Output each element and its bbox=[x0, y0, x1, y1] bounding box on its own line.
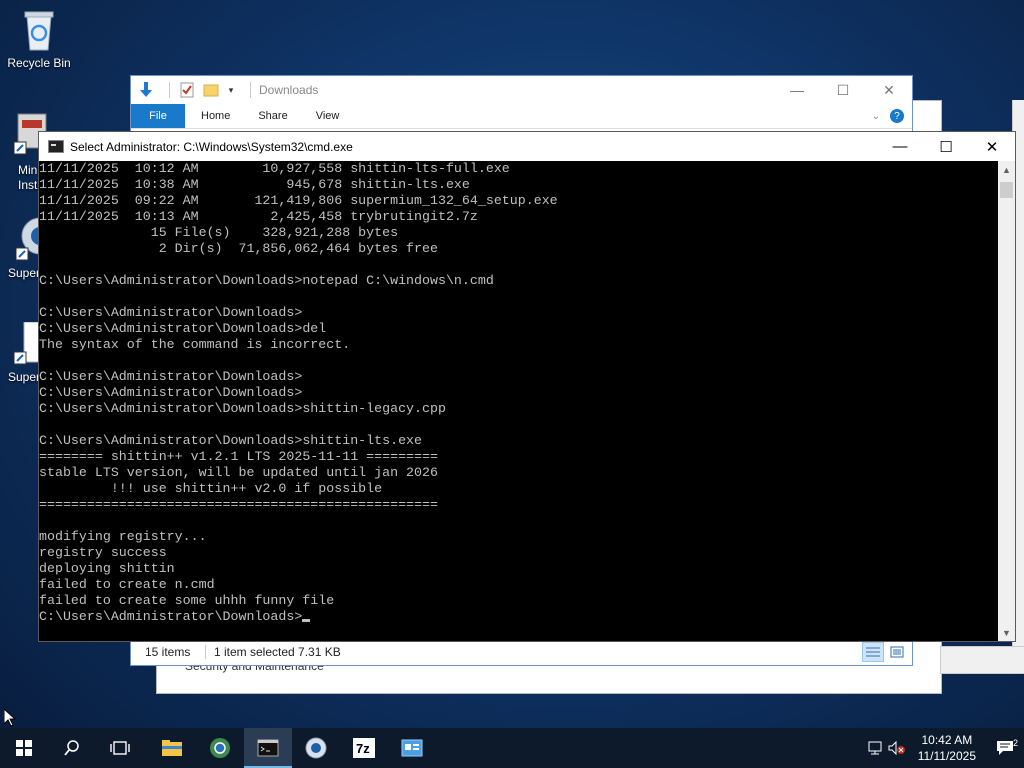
ribbon-tabs: File Home Share View ⌄ ? bbox=[131, 104, 912, 129]
taskbar-control-panel[interactable] bbox=[388, 728, 436, 768]
cmd-close-button[interactable]: ✕ bbox=[969, 132, 1015, 161]
console-prompt: C:\Users\Administrator\Downloads> bbox=[39, 609, 303, 624]
system-tray: 10:42 AM 11/11/2025 2 bbox=[866, 728, 1024, 768]
scroll-up-arrow-icon[interactable]: ▲ bbox=[998, 161, 1015, 178]
clock-date: 11/11/2025 bbox=[917, 749, 976, 763]
taskbar-supermium[interactable] bbox=[196, 728, 244, 768]
recycle-bin-icon bbox=[19, 8, 59, 52]
large-icons-view-icon[interactable] bbox=[886, 642, 908, 662]
expand-ribbon-icon[interactable]: ⌄ bbox=[872, 111, 880, 122]
properties-icon[interactable] bbox=[178, 81, 196, 99]
details-view-icon[interactable] bbox=[862, 642, 884, 662]
status-divider bbox=[205, 645, 206, 659]
svg-text:7z: 7z bbox=[356, 741, 370, 756]
console-text: 11/11/2025 10:12 AM 10,927,558 shittin-l… bbox=[39, 161, 558, 608]
explorer-statusbar: 15 items 1 item selected 7.31 KB bbox=[131, 638, 912, 665]
tab-view[interactable]: View bbox=[302, 104, 354, 128]
selection-info: 1 item selected 7.31 KB bbox=[214, 645, 341, 659]
scroll-thumb[interactable] bbox=[1000, 182, 1013, 198]
text-cursor bbox=[302, 619, 311, 622]
cmd-titlebar[interactable]: Select Administrator: C:\Windows\System3… bbox=[39, 132, 1015, 161]
start-button[interactable] bbox=[0, 728, 48, 768]
explorer-title: Downloads bbox=[259, 83, 319, 97]
windows-logo-icon bbox=[16, 740, 32, 756]
explorer-titlebar[interactable]: ▾ Downloads — ☐ ✕ bbox=[131, 76, 912, 104]
notification-icon bbox=[997, 741, 1013, 755]
desktop-icon-recycle-bin[interactable]: Recycle Bin bbox=[1, 8, 77, 70]
terminal-icon bbox=[257, 739, 279, 757]
cmd-maximize-button[interactable]: ☐ bbox=[923, 132, 969, 161]
cmd-title: Select Administrator: C:\Windows\System3… bbox=[70, 139, 353, 154]
taskbar-supermium-2[interactable] bbox=[292, 728, 340, 768]
close-button[interactable]: ✕ bbox=[866, 82, 912, 99]
cmd-scrollbar[interactable]: ▲ ▼ bbox=[998, 161, 1015, 641]
supermium-label-2: Super bbox=[8, 370, 41, 384]
taskbar-cmd[interactable] bbox=[244, 728, 292, 768]
background-window-edge-2 bbox=[940, 646, 1024, 674]
taskbar-7zip[interactable]: 7z bbox=[340, 728, 388, 768]
taskbar: 7z 10:42 AM 11/11/2025 2 bbox=[0, 728, 1024, 768]
supermium-label-1: Super bbox=[8, 266, 41, 280]
browser-icon bbox=[305, 737, 327, 759]
cmd-console-output[interactable]: 11/11/2025 10:12 AM 10,927,558 shittin-l… bbox=[39, 161, 999, 641]
tab-home[interactable]: Home bbox=[185, 104, 244, 128]
search-icon bbox=[64, 740, 79, 756]
scroll-down-arrow-icon[interactable]: ▼ bbox=[998, 624, 1015, 641]
folder-icon bbox=[162, 740, 182, 756]
help-icon[interactable]: ? bbox=[890, 109, 904, 123]
clock-time: 10:42 AM bbox=[921, 733, 973, 747]
tab-file[interactable]: File bbox=[131, 104, 185, 128]
network-icon[interactable] bbox=[866, 741, 886, 755]
console-icon bbox=[48, 140, 64, 153]
control-panel-icon bbox=[401, 739, 423, 757]
customize-toolbar-icon[interactable]: ▾ bbox=[226, 81, 236, 99]
titlebar-separator-2 bbox=[250, 82, 251, 98]
new-folder-icon[interactable] bbox=[202, 81, 220, 99]
taskbar-file-explorer[interactable] bbox=[148, 728, 196, 768]
task-view-button[interactable] bbox=[96, 728, 144, 768]
volume-muted-icon[interactable] bbox=[886, 741, 908, 755]
7zip-icon: 7z bbox=[353, 738, 375, 758]
clock[interactable]: 10:42 AM 11/11/2025 bbox=[908, 732, 986, 764]
installer-label: Min Inst bbox=[18, 163, 38, 192]
down-arrow-icon[interactable] bbox=[137, 81, 155, 99]
titlebar-separator bbox=[169, 82, 170, 98]
tab-share[interactable]: Share bbox=[244, 104, 301, 128]
notification-count: 2 bbox=[1012, 738, 1018, 748]
item-count: 15 items bbox=[145, 645, 191, 659]
minimize-button[interactable]: — bbox=[774, 82, 820, 99]
recycle-bin-label: Recycle Bin bbox=[7, 56, 71, 70]
cmd-window[interactable]: Select Administrator: C:\Windows\System3… bbox=[38, 131, 1016, 642]
cmd-minimize-button[interactable]: — bbox=[877, 132, 923, 161]
maximize-button[interactable]: ☐ bbox=[820, 82, 866, 99]
search-button[interactable] bbox=[48, 728, 96, 768]
task-view-icon bbox=[110, 741, 130, 755]
action-center-button[interactable]: 2 bbox=[986, 738, 1024, 756]
browser-icon bbox=[210, 738, 230, 758]
